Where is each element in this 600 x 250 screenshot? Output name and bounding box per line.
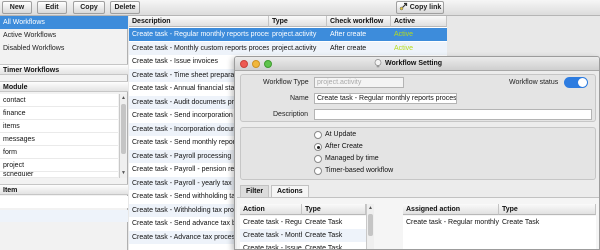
- column-header-description[interactable]: Description: [129, 16, 269, 27]
- radio-timer-based[interactable]: [314, 167, 322, 175]
- assigned-row-name[interactable]: Create task - Regular monthly re: [403, 216, 499, 229]
- workflow-filter-active[interactable]: Active Workflows: [0, 29, 128, 42]
- workflow-type-label: Workflow Type: [263, 79, 309, 86]
- new-button[interactable]: New: [2, 1, 32, 14]
- copy-button[interactable]: Copy: [73, 1, 105, 14]
- column-header-check-workflow[interactable]: Check workflow: [327, 16, 391, 27]
- toggle-knob: [578, 78, 587, 87]
- dialog-title: Workflow Setting: [385, 60, 443, 67]
- assigned-column-action[interactable]: Assigned action: [403, 204, 499, 215]
- zoom-icon[interactable]: [264, 60, 272, 68]
- module-item[interactable]: messages: [0, 133, 118, 146]
- copy-link-label: Copy link: [409, 4, 442, 11]
- table-row[interactable]: Create task - Monthly custom reports pro…: [129, 41, 447, 55]
- close-icon[interactable]: [240, 60, 248, 68]
- radio-managed-by-time[interactable]: [314, 155, 322, 163]
- workflow-status-toggle[interactable]: [564, 77, 588, 88]
- tab-actions[interactable]: Actions: [271, 185, 309, 197]
- workflow-status-label: Workflow status: [509, 79, 559, 86]
- cell-description: Create task - Regular monthly reports pr…: [132, 31, 269, 38]
- module-header: Module: [0, 81, 128, 92]
- action-row-name[interactable]: Create task - Regular: [240, 216, 302, 229]
- module-item[interactable]: finance: [0, 107, 118, 120]
- radio-at-update[interactable]: [314, 131, 322, 139]
- option-timer-based-label: Timer-based workflow: [325, 167, 394, 174]
- assigned-list-empty-area[interactable]: [403, 229, 596, 249]
- option-managed-by-time-label: Managed by time: [325, 155, 379, 162]
- module-item[interactable]: form: [0, 146, 118, 159]
- radio-after-create[interactable]: [314, 143, 322, 151]
- scroll-down-icon[interactable]: ▼: [121, 171, 126, 176]
- option-after-create-label: After Create: [325, 143, 363, 150]
- actions-scrollbar[interactable]: ▲: [366, 204, 374, 249]
- link-icon: [399, 2, 408, 11]
- timer-workflows-header[interactable]: Timer Workflows: [0, 64, 128, 75]
- assigned-row-type[interactable]: Create Task: [499, 216, 596, 229]
- description-label: Description: [273, 111, 309, 118]
- action-row-type[interactable]: Create Task: [302, 216, 366, 229]
- cell-type: project.activity: [272, 31, 317, 38]
- cell-check: After create: [330, 31, 367, 38]
- name-field[interactable]: Create task - Regular monthly reports pr…: [314, 93, 457, 104]
- item-list[interactable]: [0, 196, 128, 208]
- trigger-group: [240, 127, 596, 180]
- action-row-name[interactable]: Create task - Issue in: [240, 242, 302, 249]
- module-scrollbar[interactable]: ▲ ▼: [119, 94, 127, 178]
- item-list-row[interactable]: [0, 210, 128, 222]
- column-header-type[interactable]: Type: [269, 16, 327, 27]
- action-row-name[interactable]: Create task - Monthl: [240, 229, 302, 242]
- cell-description: Create task - Monthly custom reports pro…: [132, 44, 269, 52]
- edit-button[interactable]: Edit: [37, 1, 67, 14]
- delete-button[interactable]: Delete: [110, 1, 140, 14]
- scroll-thumb[interactable]: [121, 104, 126, 154]
- actions-column-type[interactable]: Type: [302, 204, 366, 215]
- module-item[interactable]: items: [0, 120, 118, 133]
- option-at-update-label: At Update: [325, 131, 357, 138]
- module-item[interactable]: contact: [0, 94, 118, 107]
- copy-link-button[interactable]: Copy link: [396, 1, 444, 14]
- actions-column-action[interactable]: Action: [240, 204, 302, 215]
- lightbulb-icon: [374, 59, 382, 68]
- tab-filter[interactable]: Filter: [240, 185, 270, 197]
- cell-active: Active: [394, 31, 414, 38]
- cell-active: Active: [394, 44, 414, 52]
- module-item[interactable]: project: [0, 159, 118, 172]
- scroll-up-icon[interactable]: ▲: [368, 206, 373, 211]
- item-header: Item: [0, 184, 128, 195]
- module-item[interactable]: scheduler: [0, 172, 118, 178]
- action-row-type[interactable]: Create Task: [302, 229, 366, 242]
- workflow-filter-all[interactable]: All Workflows: [0, 16, 128, 29]
- cell-check: After create: [330, 44, 367, 52]
- workflow-filter-disabled[interactable]: Disabled Workflows: [0, 42, 128, 55]
- workflow-type-field[interactable]: project.activity: [314, 77, 404, 88]
- description-field[interactable]: [314, 109, 592, 120]
- name-label: Name: [290, 95, 309, 102]
- workflow-setting-dialog: Workflow Setting Workflow Type project.a…: [234, 56, 600, 250]
- scroll-up-icon[interactable]: ▲: [121, 96, 126, 101]
- scroll-thumb[interactable]: [368, 214, 373, 236]
- cell-type: project.activity: [272, 44, 317, 52]
- action-row-type[interactable]: Create Task: [302, 242, 366, 249]
- minimize-icon[interactable]: [252, 60, 260, 68]
- column-header-active[interactable]: Active: [391, 16, 447, 27]
- assigned-column-type[interactable]: Type: [499, 204, 596, 215]
- table-row[interactable]: Create task - Regular monthly reports pr…: [129, 28, 447, 41]
